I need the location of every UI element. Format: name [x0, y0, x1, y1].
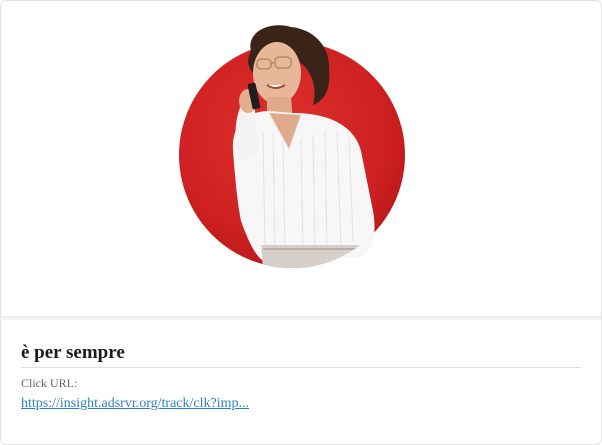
ad-headline: è per sempre [21, 341, 581, 368]
click-url-label: Click URL: [21, 376, 78, 390]
ad-preview-card: è per sempre Click URL: https://insight.… [0, 0, 602, 445]
click-url-link[interactable]: https://insight.adsrvr.org/track/clk?imp… [21, 395, 249, 413]
woman-on-phone-photo [179, 25, 405, 268]
face [253, 42, 301, 104]
ad-creative-image[interactable] [1, 1, 601, 316]
section-divider [1, 316, 601, 320]
ad-info: è per sempre Click URL: https://insight.… [21, 321, 581, 413]
